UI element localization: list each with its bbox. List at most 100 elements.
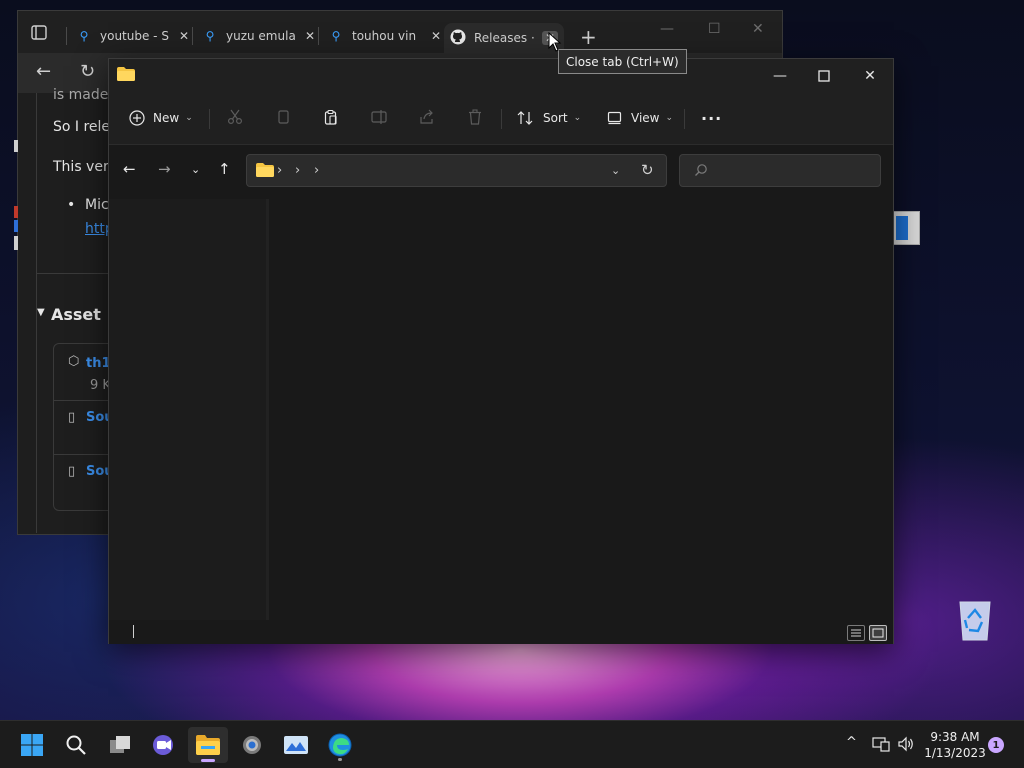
taskbar-edge[interactable] — [320, 727, 360, 763]
back-icon[interactable]: ← — [36, 61, 51, 82]
up-arrow-icon[interactable]: ↑ — [218, 160, 231, 178]
active-app-indicator — [201, 759, 215, 762]
tab-strip: ⚲ youtube - S ✕ ⚲ yuzu emula ✕ ⚲ touhou … — [18, 11, 782, 53]
large-icons-view-button[interactable] — [869, 625, 887, 641]
refresh-icon[interactable]: ↻ — [80, 61, 95, 82]
triangle-down-icon[interactable]: ▼ — [37, 307, 45, 318]
taskbar: ^ 9:38 AM 1/13/2023 1 — [0, 720, 1024, 768]
folder-icon — [117, 67, 135, 85]
close-tab-tooltip: Close tab (Ctrl+W) — [558, 49, 687, 74]
delete-button[interactable] — [467, 105, 483, 131]
tab-youtube[interactable]: ⚲ youtube - S ✕ — [76, 23, 192, 49]
forward-icon[interactable]: → — [158, 160, 171, 178]
chevron-down-icon: ⌄ — [573, 113, 582, 123]
clock-date: 1/13/2023 — [924, 746, 986, 760]
desktop-icon-fragment — [14, 220, 18, 232]
cut-button[interactable] — [227, 105, 243, 131]
maximize-icon[interactable] — [801, 63, 847, 89]
close-icon[interactable]: ✕ — [302, 29, 318, 43]
clock-time: 9:38 AM — [930, 730, 980, 744]
paste-button[interactable] — [323, 105, 339, 131]
chat-button[interactable] — [144, 727, 184, 763]
close-window-icon[interactable]: ✕ — [752, 21, 764, 37]
folder-icon — [196, 735, 220, 755]
task-view-button[interactable] — [100, 727, 140, 763]
details-view-button[interactable] — [847, 625, 865, 641]
search-icon: ⚲ — [331, 29, 341, 43]
chevron-up-icon[interactable]: ^ — [846, 735, 857, 750]
minimize-icon[interactable]: — — [660, 21, 674, 37]
file-list-area[interactable] — [269, 199, 893, 620]
share-icon — [419, 109, 435, 128]
zip-icon: ▯ — [68, 410, 76, 425]
mouse-cursor-icon — [548, 31, 562, 56]
chevron-down-icon: ⌄ — [185, 113, 193, 123]
chevron-down-icon: ⌄ — [665, 113, 674, 123]
breadcrumb-chevron[interactable]: › — [295, 163, 300, 178]
taskbar-photos[interactable] — [276, 727, 316, 763]
windows-logo-icon — [21, 734, 43, 756]
page-text-line: is made — [53, 87, 109, 103]
volume-icon[interactable] — [897, 736, 915, 756]
start-button[interactable] — [12, 727, 52, 763]
new-label: New — [153, 111, 180, 125]
view-label: View — [631, 111, 660, 125]
chat-icon — [153, 735, 173, 755]
assets-heading[interactable]: Asset — [51, 305, 101, 324]
breadcrumb-chevron[interactable]: › — [277, 163, 282, 178]
system-clock[interactable]: 9:38 AM 1/13/2023 — [920, 729, 990, 761]
search-input[interactable] — [679, 154, 881, 187]
taskbar-file-explorer[interactable] — [188, 727, 228, 763]
maximize-icon[interactable]: ☐ — [708, 21, 721, 37]
rename-button[interactable] — [371, 105, 389, 131]
tab-label: yuzu emula — [226, 29, 296, 43]
desktop-window-thumbnail[interactable] — [893, 211, 920, 245]
tab-label: Releases · 0 — [474, 31, 536, 45]
tab-yuzu[interactable]: ⚲ yuzu emula ✕ — [202, 23, 318, 49]
new-button[interactable]: New ⌄ — [129, 105, 193, 131]
back-icon[interactable]: ← — [123, 160, 136, 178]
zip-icon: ▯ — [68, 464, 76, 479]
divider — [209, 109, 210, 129]
explorer-address-row: ← → ⌄ ↑ › › › ⌄ ↻ — [109, 146, 893, 196]
new-tab-button[interactable]: + — [580, 25, 597, 49]
close-icon[interactable]: ✕ — [176, 29, 192, 43]
tab-label: touhou vin — [352, 29, 417, 43]
gear-icon — [243, 736, 261, 754]
scissors-icon — [227, 109, 243, 128]
chevron-down-icon[interactable]: ⌄ — [191, 163, 200, 176]
share-button[interactable] — [419, 105, 435, 131]
breadcrumb-chevron[interactable]: › — [314, 163, 319, 178]
divider — [501, 109, 502, 129]
tab-releases[interactable]: Releases · 0 ✕ — [444, 23, 564, 53]
refresh-icon[interactable]: ↻ — [641, 161, 654, 179]
taskbar-settings[interactable] — [232, 727, 272, 763]
sort-button[interactable]: Sort ⌄ — [517, 105, 581, 131]
sort-icon — [517, 110, 535, 126]
search-button[interactable] — [56, 727, 96, 763]
recycle-bin-icon[interactable] — [954, 596, 996, 642]
tab-divider — [192, 27, 193, 45]
bullet-text: Mic — [85, 197, 109, 213]
tab-touhou[interactable]: ⚲ touhou vin ✕ — [328, 23, 444, 49]
notification-badge[interactable]: 1 — [988, 737, 1004, 753]
desktop-icon-fragment — [14, 206, 18, 218]
copy-button[interactable] — [275, 105, 291, 131]
network-icon[interactable] — [872, 736, 890, 756]
more-options-button[interactable]: ··· — [701, 105, 722, 131]
trash-icon — [467, 108, 483, 128]
explorer-title-bar[interactable]: — ✕ — [109, 59, 893, 91]
navigation-pane[interactable] — [109, 199, 267, 620]
tab-actions-icon[interactable] — [28, 23, 50, 43]
view-button[interactable]: View ⌄ — [607, 105, 673, 131]
minimize-icon[interactable]: — — [757, 63, 803, 89]
photos-icon — [284, 736, 308, 754]
folder-icon — [256, 163, 274, 181]
chevron-down-icon[interactable]: ⌄ — [611, 164, 620, 177]
explorer-command-bar: New ⌄ Sort ⌄ View ⌄ ··· — [109, 91, 893, 145]
close-icon[interactable]: ✕ — [428, 29, 444, 43]
divider — [684, 109, 685, 129]
address-bar[interactable]: › › › ⌄ ↻ — [246, 154, 667, 187]
edge-icon — [328, 733, 352, 757]
close-icon[interactable]: ✕ — [847, 63, 893, 89]
